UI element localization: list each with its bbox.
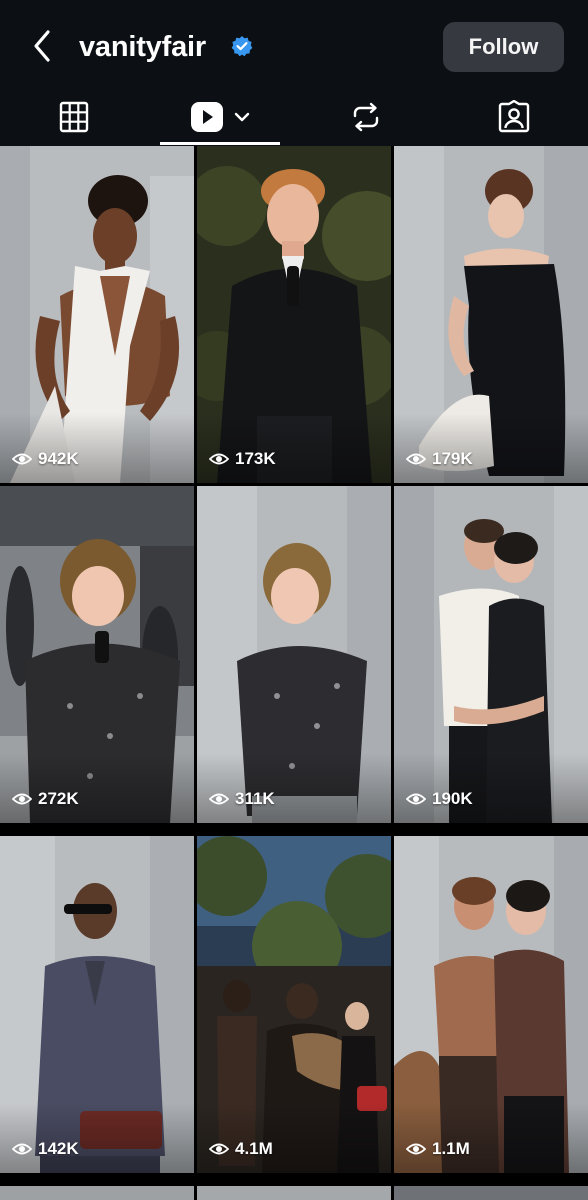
tile-overlay [0, 1103, 194, 1173]
view-count: 4.1M [209, 1139, 273, 1159]
reel-tile-peek[interactable] [197, 1186, 391, 1200]
tile-overlay [0, 413, 194, 483]
tagged-icon [498, 100, 530, 133]
tile-overlay [394, 753, 588, 823]
view-count-label: 942K [38, 449, 79, 468]
reels-grid: 942K 173K 179K 272K 311K 190K 142K 4.1M … [0, 146, 588, 1200]
profile-tabs [0, 88, 588, 146]
tile-overlay [0, 753, 194, 823]
selected-tab-indicator [160, 142, 280, 145]
reel-tile[interactable]: 4.1M [197, 836, 391, 1173]
grid-icon [59, 101, 89, 133]
verified-badge-icon [231, 36, 253, 57]
eye-icon [406, 1143, 426, 1155]
eye-icon [209, 453, 229, 465]
tile-overlay [197, 1103, 391, 1173]
reel-tile[interactable]: 142K [0, 836, 194, 1173]
view-count-label: 142K [38, 1139, 79, 1158]
tile-overlay [197, 413, 391, 483]
reel-tile-peek[interactable] [394, 1186, 588, 1200]
eye-icon [209, 1143, 229, 1155]
reel-tile[interactable]: 190K [394, 486, 588, 823]
view-count: 942K [12, 449, 79, 469]
reel-tile[interactable]: 179K [394, 146, 588, 483]
view-count-label: 179K [432, 449, 473, 468]
tab-grid[interactable] [35, 88, 113, 146]
eye-icon [406, 453, 426, 465]
eye-icon [12, 1143, 32, 1155]
reel-tile[interactable]: 942K [0, 146, 194, 483]
reel-tile[interactable]: 173K [197, 146, 391, 483]
profile-username: vanityfair [79, 31, 206, 63]
view-count-label: 4.1M [235, 1139, 273, 1158]
view-count: 190K [406, 789, 473, 809]
chevron-left-icon [34, 30, 50, 62]
view-count: 272K [12, 789, 79, 809]
next-row-peek [0, 1183, 588, 1200]
view-count: 179K [406, 449, 473, 469]
repost-icon [353, 102, 379, 132]
chevron-down-icon [234, 112, 250, 122]
eye-icon [12, 793, 32, 805]
view-count-label: 190K [432, 789, 473, 808]
tab-reposts[interactable] [327, 88, 405, 146]
view-count: 173K [209, 449, 276, 469]
tile-overlay [394, 413, 588, 483]
follow-button[interactable]: Follow [443, 22, 564, 72]
view-count: 142K [12, 1139, 79, 1159]
back-button[interactable] [28, 28, 56, 64]
view-count-label: 272K [38, 789, 79, 808]
reel-tile-peek[interactable] [0, 1186, 194, 1200]
reel-tile[interactable]: 311K [197, 486, 391, 823]
eye-icon [406, 793, 426, 805]
view-count-label: 173K [235, 449, 276, 468]
tab-reels[interactable] [160, 88, 280, 146]
view-count: 1.1M [406, 1139, 470, 1159]
tab-tagged[interactable] [475, 88, 553, 146]
reel-tile[interactable]: 1.1M [394, 836, 588, 1173]
reel-tile[interactable]: 272K [0, 486, 194, 823]
view-count-label: 1.1M [432, 1139, 470, 1158]
tile-overlay [197, 753, 391, 823]
eye-icon [209, 793, 229, 805]
reels-icon [191, 102, 223, 132]
profile-header: vanityfair Follow [0, 0, 588, 146]
tile-overlay [394, 1103, 588, 1173]
view-count: 311K [209, 789, 275, 809]
eye-icon [12, 453, 32, 465]
view-count-label: 311K [235, 789, 275, 808]
